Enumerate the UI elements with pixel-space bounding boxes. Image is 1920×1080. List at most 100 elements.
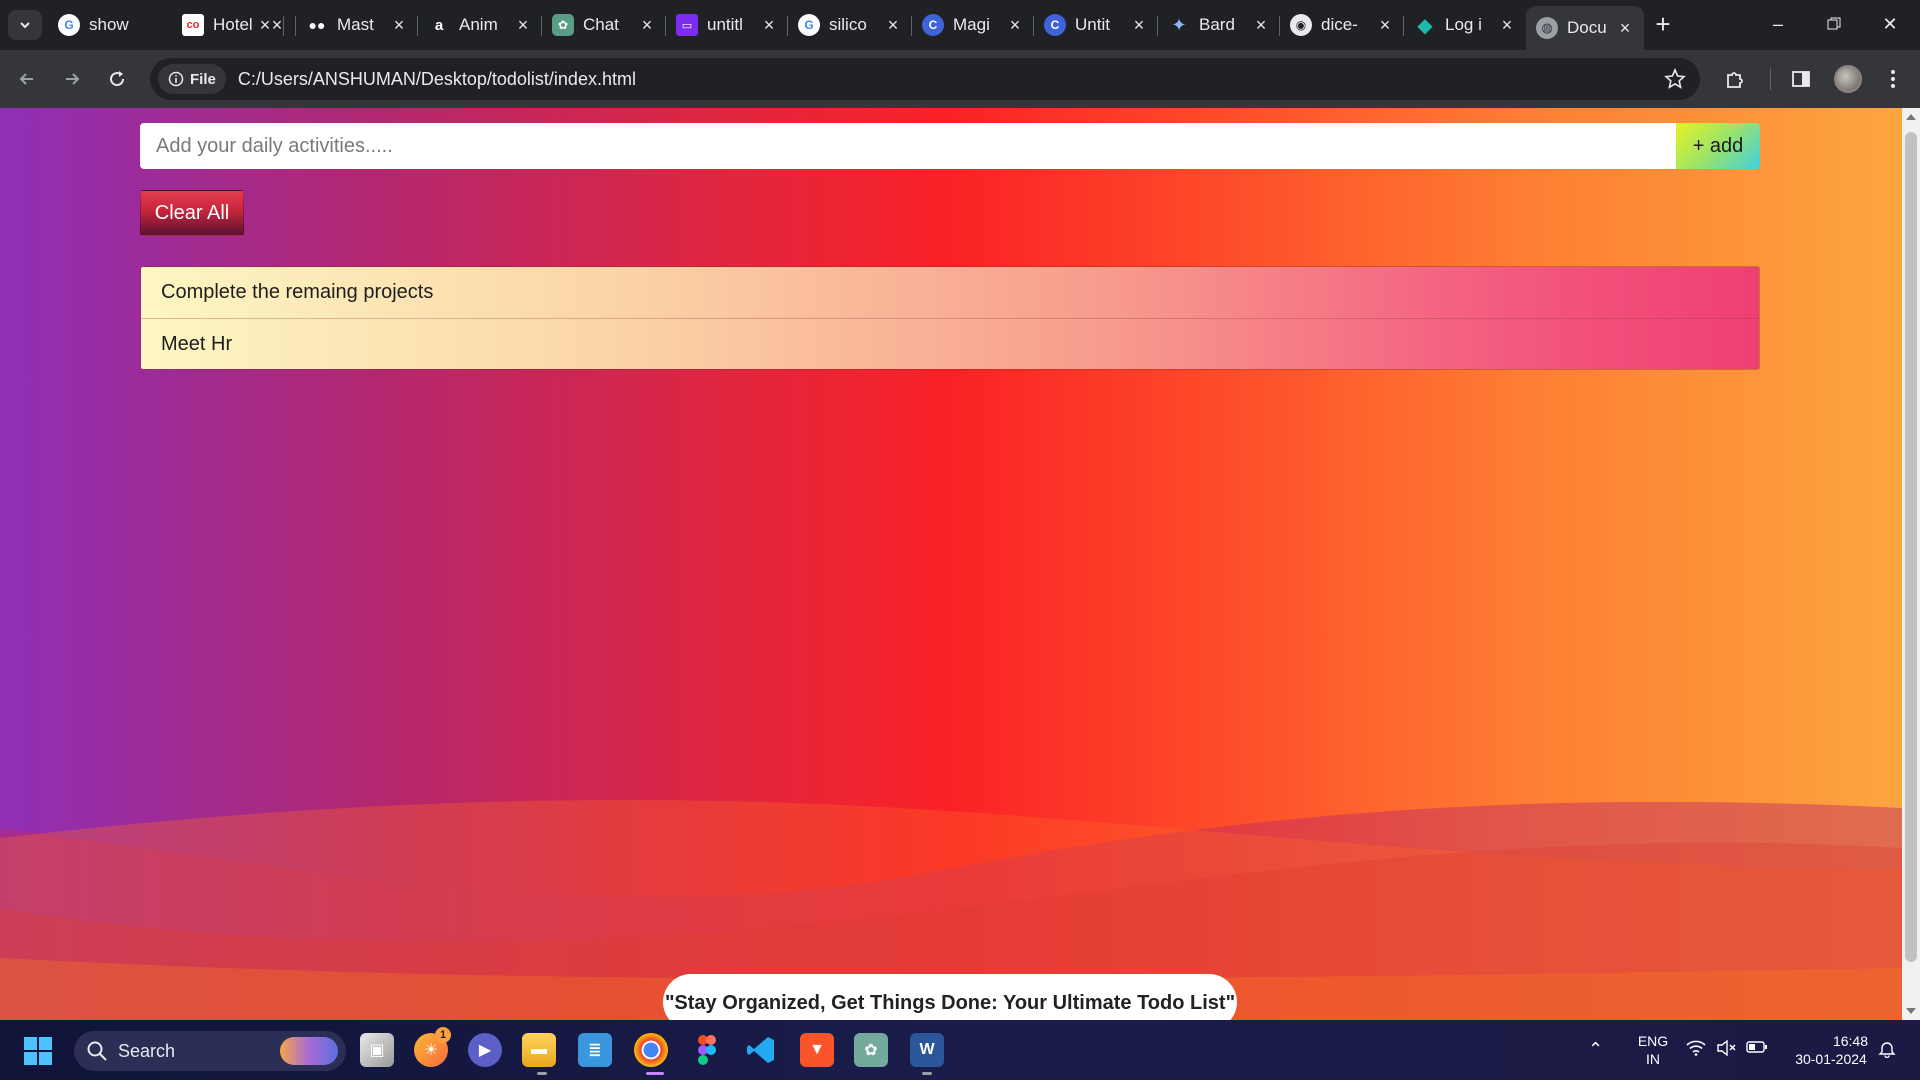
minimize-button[interactable]: – xyxy=(1758,10,1798,38)
tab-8[interactable]: C Untit × xyxy=(1034,8,1158,42)
running-indicator-active xyxy=(646,1072,664,1075)
tab-1[interactable]: co Hotel × xyxy=(172,8,296,42)
tab-search-button[interactable] xyxy=(8,10,42,40)
c-icon: C xyxy=(1044,14,1066,36)
chatgpt-app-icon[interactable]: ✿ xyxy=(854,1033,888,1067)
todo-input[interactable] xyxy=(140,123,1676,169)
wifi-icon[interactable] xyxy=(1686,1040,1706,1060)
back-button[interactable] xyxy=(10,62,44,96)
menu-button[interactable] xyxy=(1876,62,1910,96)
windows-start-button[interactable] xyxy=(24,1037,52,1065)
battery-icon[interactable] xyxy=(1746,1040,1768,1058)
tab-strip: G show × co Hotel × ●● Mast × a Anim × ✿… xyxy=(0,0,1920,50)
tab-title: Log i xyxy=(1445,15,1482,34)
close-icon[interactable]: × xyxy=(514,15,532,35)
scroll-up-arrow[interactable] xyxy=(1906,114,1916,120)
tray-overflow-button[interactable]: ⌃ xyxy=(1588,1040,1603,1058)
profile-avatar[interactable] xyxy=(1834,65,1862,93)
browser-toolbar: File C:/Users/ANSHUMAN/Desktop/todolist/… xyxy=(0,50,1920,108)
restore-icon xyxy=(1827,17,1841,30)
todo-item[interactable]: Meet Hr xyxy=(141,318,1759,369)
word-icon[interactable]: W xyxy=(910,1033,944,1067)
restore-button[interactable] xyxy=(1814,10,1854,38)
close-window-button[interactable]: ✕ xyxy=(1870,10,1910,38)
clock-time: 16:48 xyxy=(1832,1033,1868,1049)
vscode-icon[interactable] xyxy=(744,1033,778,1067)
tab-active[interactable]: ◍ Docu × xyxy=(1526,6,1644,50)
tab-title: silico xyxy=(829,15,867,34)
close-icon[interactable]: × xyxy=(390,15,408,35)
scroll-thumb[interactable] xyxy=(1905,132,1917,962)
chevron-up-icon: ⌃ xyxy=(1588,1039,1604,1059)
arrow-left-icon xyxy=(19,73,33,85)
task-view-icon[interactable]: ▣ xyxy=(360,1033,394,1067)
address-bar[interactable]: File C:/Users/ANSHUMAN/Desktop/todolist/… xyxy=(150,58,1700,100)
search-highlight-art xyxy=(280,1037,338,1065)
extensions-button[interactable] xyxy=(1718,62,1752,96)
add-button[interactable]: + add xyxy=(1676,123,1760,169)
tab-5[interactable]: ▭ untitl × xyxy=(666,8,788,42)
close-icon[interactable]: × xyxy=(760,15,778,35)
scroll-down-arrow[interactable] xyxy=(1906,1008,1916,1014)
meet-chat-icon[interactable]: ▶ xyxy=(468,1033,502,1067)
side-panel-button[interactable] xyxy=(1784,62,1818,96)
close-icon[interactable]: × xyxy=(1616,18,1634,38)
brave-icon[interactable]: ▼ xyxy=(800,1033,834,1067)
tab-6[interactable]: G silico × xyxy=(788,8,912,42)
close-icon[interactable]: × xyxy=(1252,15,1270,35)
notification-bell-icon[interactable] xyxy=(1878,1040,1896,1062)
close-icon[interactable]: × xyxy=(268,15,286,35)
info-icon xyxy=(168,71,184,87)
tab-10[interactable]: ◉ dice- × xyxy=(1280,8,1404,42)
clock-date: 30-01-2024 xyxy=(1795,1051,1867,1067)
toolbar-separator xyxy=(1770,68,1771,90)
bookmark-star-button[interactable] xyxy=(1664,67,1686,95)
tab-7[interactable]: C Magi × xyxy=(912,8,1034,42)
todo-item[interactable]: Complete the remaing projects xyxy=(141,267,1759,318)
plus-icon: + xyxy=(1655,9,1671,39)
minimize-icon: – xyxy=(1772,13,1783,34)
close-icon[interactable]: × xyxy=(1006,15,1024,35)
c-icon: C xyxy=(922,14,944,36)
site-info-chip[interactable]: File xyxy=(158,64,226,94)
close-icon[interactable]: × xyxy=(1130,15,1148,35)
file-explorer-icon[interactable]: ▬ xyxy=(522,1033,556,1067)
windows-logo-tile xyxy=(24,1052,37,1065)
reload-button[interactable] xyxy=(100,62,134,96)
chip-label: File xyxy=(190,70,216,88)
clear-all-button[interactable]: Clear All xyxy=(140,190,244,236)
co-icon: co xyxy=(182,14,204,36)
tab-title: Mast xyxy=(337,15,374,34)
new-tab-button[interactable]: + xyxy=(1650,9,1676,39)
footer-quote: "Stay Organized, Get Things Done: Your U… xyxy=(663,974,1237,1020)
language-line1: ENG xyxy=(1637,1033,1669,1049)
page-scrollbar[interactable] xyxy=(1902,108,1920,1020)
vscode-logo xyxy=(747,1037,774,1063)
close-icon[interactable]: × xyxy=(638,15,656,35)
forward-button[interactable] xyxy=(55,62,89,96)
tab-11[interactable]: ◆ Log i × xyxy=(1404,8,1526,42)
close-icon[interactable]: × xyxy=(884,15,902,35)
notepad-icon[interactable]: ≣ xyxy=(578,1033,612,1067)
language-indicator[interactable]: ENG IN xyxy=(1634,1032,1672,1068)
page-viewport: + add Clear All Complete the remaing pro… xyxy=(0,108,1902,1020)
chrome-icon[interactable] xyxy=(634,1033,668,1067)
tab-title: Anim xyxy=(459,15,498,34)
tab-4[interactable]: ✿ Chat × xyxy=(542,8,666,42)
tab-title: Hotel xyxy=(213,15,253,34)
tab-9[interactable]: ✦ Bard × xyxy=(1158,8,1280,42)
tab-2[interactable]: ●● Mast × xyxy=(296,8,418,42)
taskbar-search[interactable]: Search xyxy=(74,1031,346,1071)
globe-icon: ◍ xyxy=(1536,17,1558,39)
clock[interactable]: 16:48 30-01-2024 xyxy=(1786,1032,1876,1068)
volume-muted-icon[interactable] xyxy=(1716,1039,1736,1060)
windows-logo-tile xyxy=(39,1052,52,1065)
twitch-icon: ▭ xyxy=(676,14,698,36)
chatgpt-icon: ✿ xyxy=(552,14,574,36)
tab-3[interactable]: a Anim × xyxy=(418,8,542,42)
running-indicator xyxy=(537,1072,547,1075)
close-icon[interactable]: × xyxy=(1498,15,1516,35)
figma-icon[interactable] xyxy=(690,1033,724,1067)
close-icon[interactable]: × xyxy=(1376,15,1394,35)
notification-badge: 1 xyxy=(435,1027,451,1043)
